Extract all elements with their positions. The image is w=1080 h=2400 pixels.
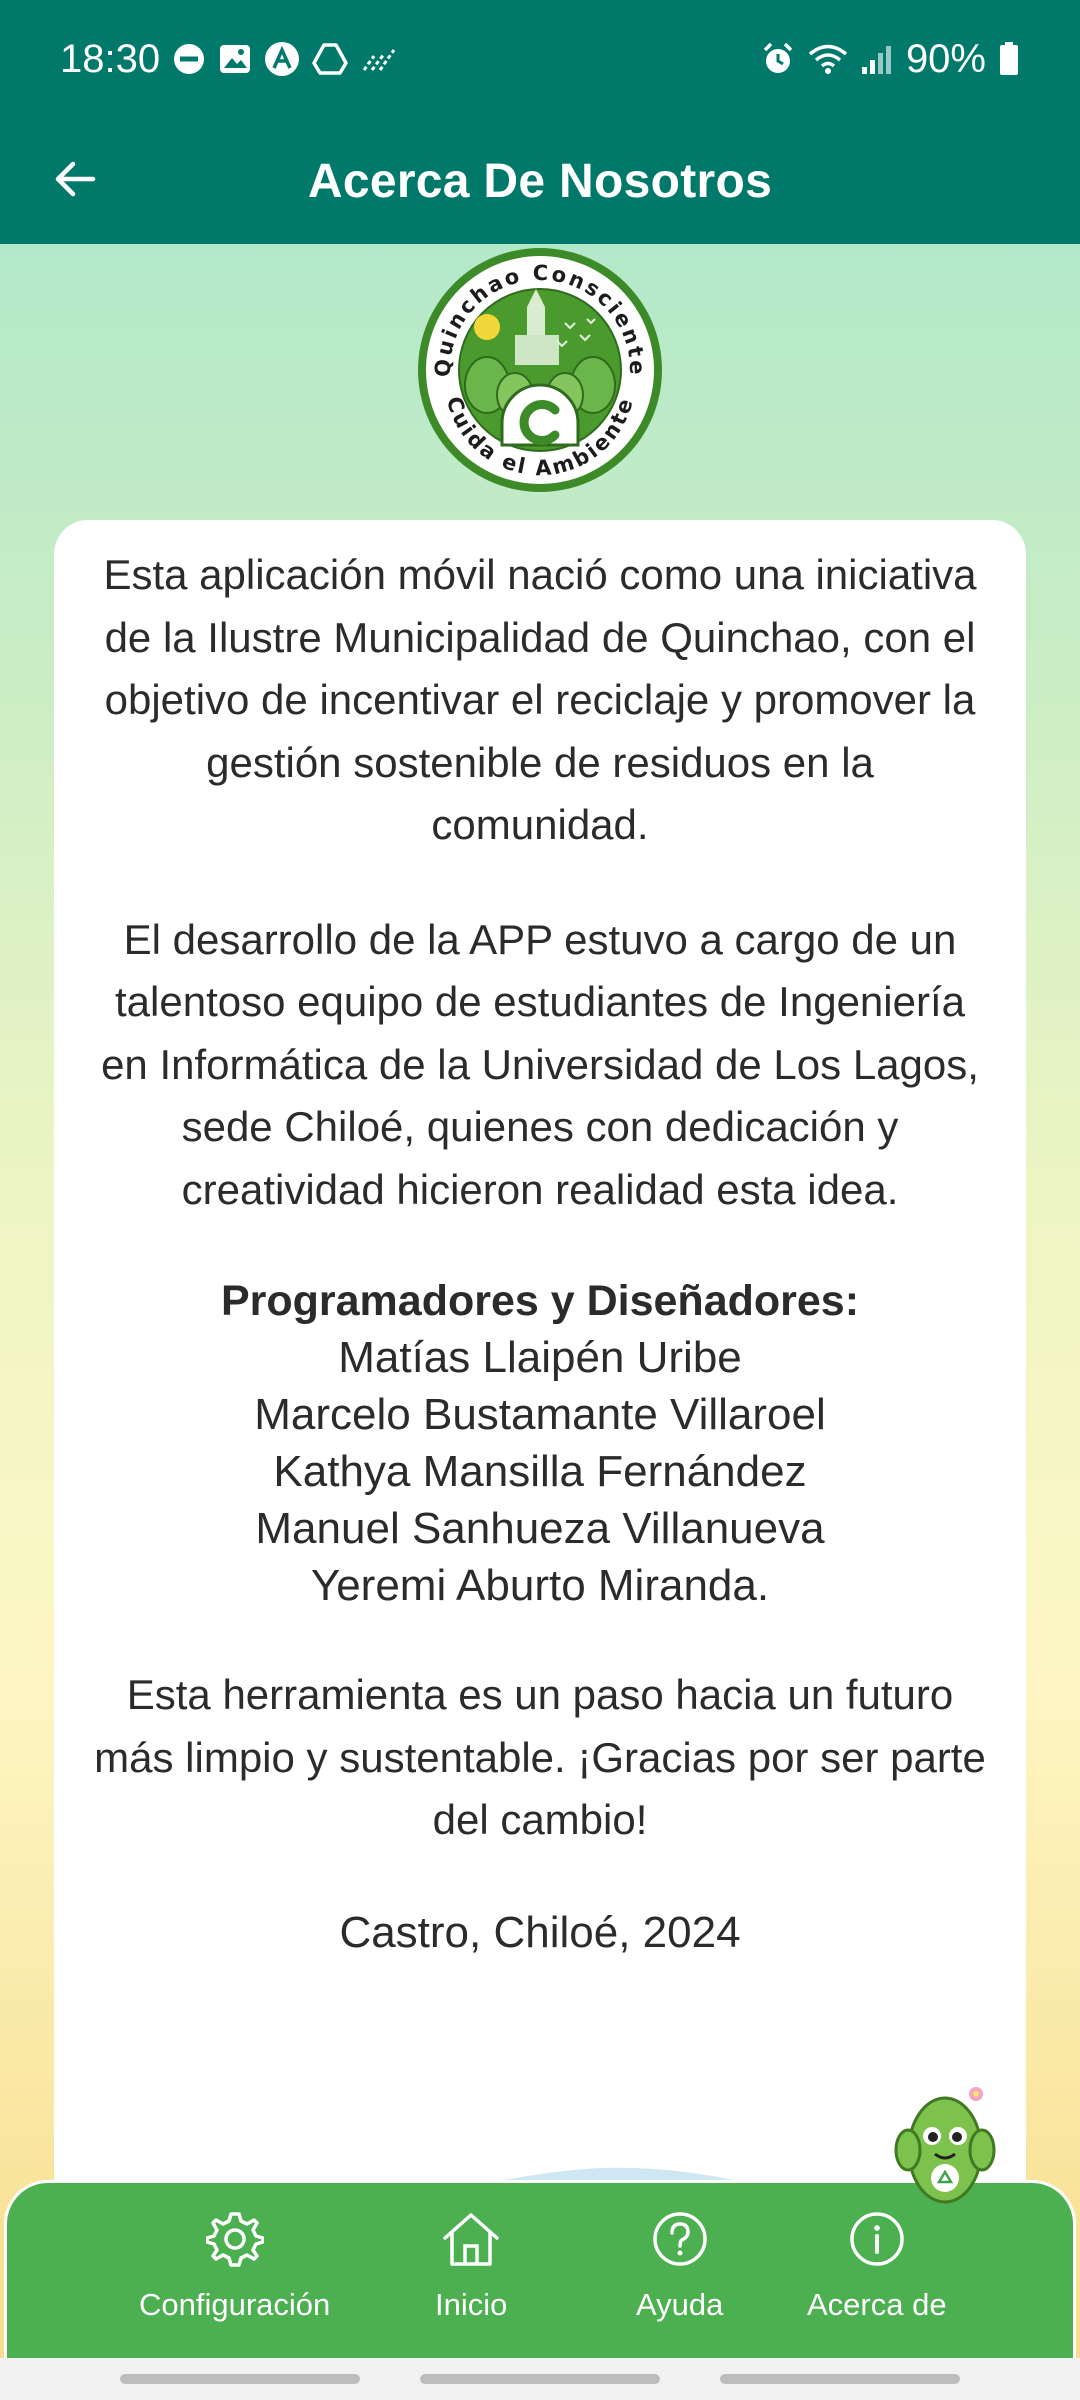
team-heading: Programadores y Diseñadores:: [220, 1277, 860, 1325]
signal-dots-icon: [360, 44, 398, 74]
page-title: Acerca De Nosotros: [307, 154, 773, 208]
closing-paragraph: Esta herramienta es un paso hacia un fut…: [94, 1671, 986, 1843]
status-bar: 18:30 90%: [0, 0, 1080, 118]
app-bar: Acerca De Nosotros: [0, 118, 1080, 244]
nav-label: Acerca de: [807, 2287, 947, 2322]
back-button[interactable]: [42, 148, 108, 214]
team-member: Matías Llaipén Uribe: [338, 1333, 742, 1382]
alarm-icon: [760, 41, 796, 77]
recents-handle[interactable]: [120, 2374, 360, 2384]
gear-icon: [205, 2209, 265, 2269]
do-not-disturb-icon: [172, 42, 206, 76]
team-member: Manuel Sanhueza Villanueva: [255, 1504, 825, 1553]
battery-icon: [998, 41, 1020, 77]
about-text: Esta aplicación móvil nació como una ini…: [54, 520, 1026, 1964]
status-left: 18:30: [60, 37, 398, 82]
a-circle-icon: [264, 41, 300, 77]
quinchao-consciente-logo: Quinchao Consciente Cuida el Ambiente: [415, 245, 665, 495]
drive-icon: [312, 42, 348, 76]
image-icon: [218, 42, 252, 76]
cactus-mascot: [890, 2078, 1000, 2214]
nav-label: Ayuda: [636, 2287, 724, 2322]
about-card: Esta aplicación móvil nació como una ini…: [54, 520, 1026, 2260]
status-right: 90%: [760, 37, 1020, 82]
signal-bars-icon: [860, 43, 894, 75]
battery-percent: 90%: [905, 36, 986, 81]
nav-inicio[interactable]: Inicio: [435, 2209, 507, 2323]
nav-label: Configuración: [139, 2287, 331, 2322]
home-icon: [441, 2209, 501, 2269]
team-member: Kathya Mansilla Fernández: [273, 1447, 807, 1496]
place-year: Castro, Chiloé, 2024: [339, 1907, 741, 1957]
nav-ayuda[interactable]: Ayuda: [636, 2209, 723, 2323]
team-section: Programadores y Diseñadores: Matías Llai…: [94, 1273, 986, 1614]
arrow-left-icon: [51, 155, 99, 208]
development-paragraph: El desarrollo de la APP estuvo a cargo d…: [101, 915, 979, 1213]
help-circle-icon: [650, 2209, 710, 2269]
team-member: Yeremi Aburto Miranda.: [310, 1561, 770, 1610]
system-gesture-bar: [0, 2358, 1080, 2400]
intro-paragraph: Esta aplicación móvil nació como una ini…: [103, 551, 977, 848]
team-member: Marcelo Bustamante Villaroel: [254, 1390, 826, 1439]
nav-configuracion[interactable]: Configuración: [139, 2209, 330, 2323]
status-time: 18:30: [60, 36, 161, 81]
back-handle[interactable]: [720, 2374, 960, 2384]
team-list: Matías Llaipén Uribe Marcelo Bustamante …: [94, 1329, 986, 1614]
wifi-icon: [808, 43, 848, 75]
info-circle-icon: [847, 2209, 907, 2269]
home-handle[interactable]: [420, 2374, 660, 2384]
nav-acerca-de[interactable]: Acerca de: [807, 2209, 947, 2323]
nav-label: Inicio: [435, 2287, 508, 2322]
